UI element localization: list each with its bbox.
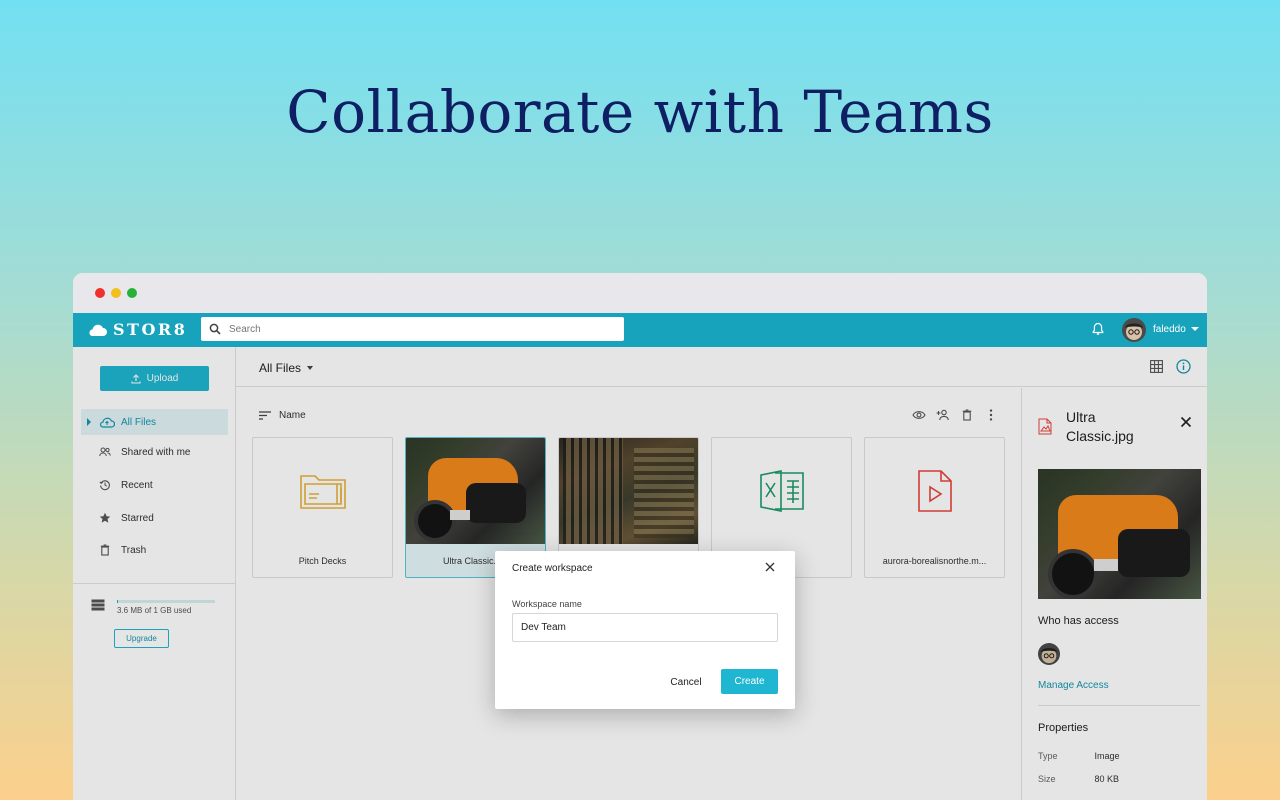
dialog-title: Create workspace [512, 563, 593, 574]
workspace-name-label: Workspace name [512, 599, 582, 609]
avatar-face-icon [1125, 323, 1143, 340]
maximize-window-button[interactable] [127, 288, 137, 298]
close-window-button[interactable] [95, 288, 105, 298]
minimize-window-button[interactable] [111, 288, 121, 298]
search-bar[interactable] [201, 317, 624, 341]
close-icon[interactable] [765, 562, 775, 572]
cloud-icon [89, 324, 107, 336]
create-button[interactable]: Create [721, 669, 778, 694]
hero-title: Collaborate with Teams [286, 78, 994, 146]
search-input[interactable] [229, 323, 609, 335]
create-workspace-dialog: Create workspace Workspace name Cancel C… [495, 551, 795, 709]
cancel-button[interactable]: Cancel [661, 670, 711, 694]
user-menu-caret-icon[interactable] [1191, 327, 1199, 331]
brand-logo[interactable]: STOR8 [87, 320, 187, 339]
search-icon [209, 323, 221, 335]
user-avatar[interactable] [1122, 318, 1146, 342]
brand-name: STOR8 [113, 320, 188, 339]
window-titlebar [73, 273, 1207, 313]
app-header: STOR8 faleddo [73, 313, 1207, 347]
workspace-name-input[interactable] [512, 613, 778, 642]
app-window: STOR8 faleddo Upload All Files [73, 273, 1207, 800]
notifications-bell-icon[interactable] [1092, 322, 1104, 336]
app-body: Upload All Files Shared with me Recent S… [73, 347, 1207, 800]
username-label[interactable]: faleddo [1153, 324, 1186, 335]
